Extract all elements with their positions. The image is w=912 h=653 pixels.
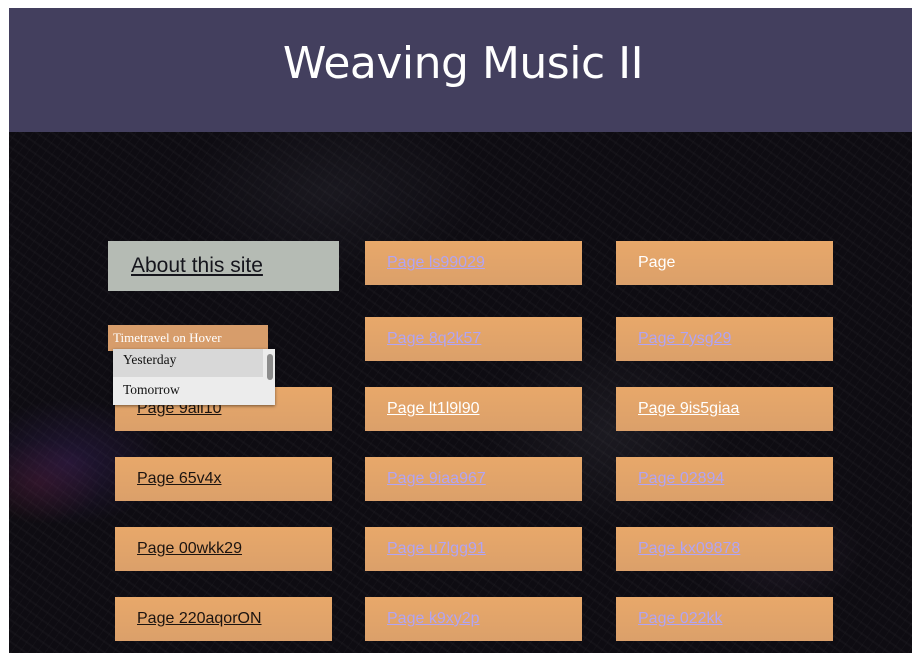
page-link[interactable]: Page 9is5giaa (616, 387, 833, 431)
page-link[interactable]: Page 02894 (616, 457, 833, 501)
page-link[interactable]: Page 9iaa967 (365, 457, 582, 501)
timetravel-label[interactable]: Timetravel on Hover (108, 325, 268, 351)
page-link[interactable]: Page 7ysg29 (616, 317, 833, 361)
page-link[interactable]: Page kx09878 (616, 527, 833, 571)
page-link[interactable]: Page ls99029 (365, 241, 582, 285)
page-link[interactable]: Page 65v4x (115, 457, 332, 501)
page-link[interactable]: Page 8q2k57 (365, 317, 582, 361)
listbox-scrollbar[interactable] (267, 354, 273, 380)
timetravel-option-tomorrow[interactable]: Tomorrow (113, 379, 263, 407)
site-header: Weaving Music II (9, 8, 912, 132)
page-frame: Weaving Music II About this site Page ls… (9, 8, 912, 653)
page-link[interactable]: Page k9xy2p (365, 597, 582, 641)
page-link[interactable]: Page 022kk (616, 597, 833, 641)
page-link[interactable]: Page 00wkk29 (115, 527, 332, 571)
about-link[interactable]: About this site (108, 241, 339, 291)
timetravel-option-yesterday[interactable]: Yesterday (113, 349, 263, 377)
page-link[interactable]: Page (616, 241, 833, 285)
page-link[interactable]: Page 220aqorON (115, 597, 332, 641)
site-title: Weaving Music II (282, 38, 644, 89)
page-link[interactable]: Page u7lgg91 (365, 527, 582, 571)
timetravel-listbox[interactable]: Yesterday Tomorrow (113, 349, 275, 405)
page-link[interactable]: Page lt1l9l90 (365, 387, 582, 431)
